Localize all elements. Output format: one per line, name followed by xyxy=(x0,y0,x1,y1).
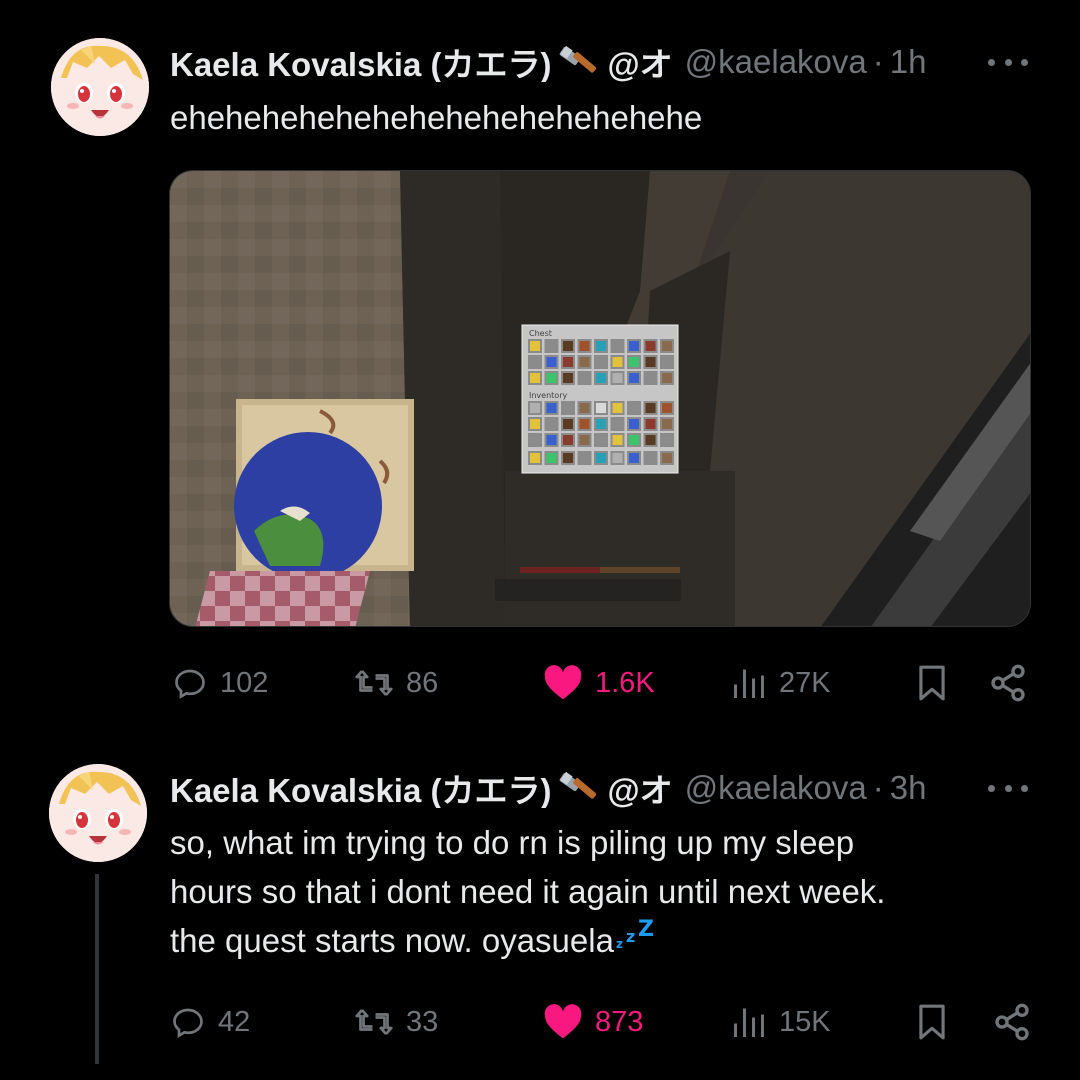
handle-prefix: @オ xyxy=(607,46,673,82)
share-button[interactable] xyxy=(988,658,1028,708)
like-count: 1.6K xyxy=(595,666,655,699)
minecraft-screenshot: Chest Inventory xyxy=(170,171,1030,626)
reply-button[interactable]: 42 xyxy=(170,997,250,1047)
handle-prefix: @オ xyxy=(607,772,673,808)
tweet-1[interactable]: Kaela Kovalskia (カエラ) @オ @kaelakova · 1h… xyxy=(0,0,1080,740)
separator-dot: · xyxy=(872,43,884,80)
chest-gui: Chest Inventory xyxy=(521,324,679,474)
tweet-text-line: the quest starts now. oyasuela z z Z xyxy=(170,916,1030,965)
retweet-count: 86 xyxy=(406,666,439,699)
inventory-label: Inventory xyxy=(529,391,567,400)
share-button[interactable] xyxy=(992,997,1032,1047)
like-count: 873 xyxy=(595,1005,644,1038)
avatar[interactable] xyxy=(51,38,149,136)
display-name[interactable]: Kaela Kovalskia (カエラ) xyxy=(170,768,551,808)
more-options-icon[interactable] xyxy=(988,42,1028,82)
timestamp[interactable]: 1h xyxy=(890,43,927,81)
tweet-text: so, what im trying to do rn is piling up… xyxy=(170,818,1030,965)
tweet-header: Kaela Kovalskia (カエラ) @オ @kaelakova · 3h xyxy=(170,768,970,808)
tweet-header: Kaela Kovalskia (カエラ) @オ @kaelakova · 1h xyxy=(170,42,970,82)
tweet-actions: 42 33 873 15K xyxy=(0,997,1080,1047)
handle[interactable]: @kaelakova xyxy=(685,43,867,81)
tweet-2[interactable]: Kaela Kovalskia (カエラ) @オ @kaelakova · 3h… xyxy=(0,740,1080,1080)
retweet-icon xyxy=(355,1009,393,1035)
view-count: 27K xyxy=(779,666,831,699)
views-chart-icon xyxy=(734,1008,764,1037)
views-chart-icon xyxy=(734,669,764,698)
hammer-icon xyxy=(557,42,601,82)
svg-text:z: z xyxy=(616,937,623,951)
chest-label: Chest xyxy=(529,329,552,338)
bookmark-icon xyxy=(919,665,945,701)
view-count: 15K xyxy=(779,1005,831,1038)
heart-filled-icon xyxy=(544,665,582,700)
separator-dot: · xyxy=(872,769,884,806)
reply-icon xyxy=(173,1008,203,1038)
tweet-text-line: so, what im trying to do rn is piling up… xyxy=(170,824,855,861)
handle[interactable]: @kaelakova xyxy=(685,769,867,807)
tweet-actions: 102 86 1.6K 27K xyxy=(0,658,1080,708)
reply-button[interactable]: 102 xyxy=(172,658,268,708)
tweet-text: ehehehehehehehehehehehehehehe xyxy=(170,99,703,136)
avatar-image xyxy=(51,38,149,136)
display-name[interactable]: Kaela Kovalskia (カエラ) xyxy=(170,42,551,82)
views-button[interactable]: 15K xyxy=(731,997,831,1047)
views-button[interactable]: 27K xyxy=(731,658,831,708)
retweet-button[interactable]: 86 xyxy=(354,658,438,708)
bookmark-icon xyxy=(919,1004,945,1040)
avatar-image xyxy=(49,764,147,862)
hammer-icon xyxy=(557,768,601,808)
svg-text:z: z xyxy=(626,927,635,946)
tweet-text-line: hours so that i dont need it again until… xyxy=(170,873,886,910)
retweet-button[interactable]: 33 xyxy=(354,997,438,1047)
timestamp[interactable]: 3h xyxy=(890,769,927,807)
svg-text:Z: Z xyxy=(638,918,654,942)
reply-icon xyxy=(175,669,205,699)
more-options-icon[interactable] xyxy=(988,768,1028,808)
avatar[interactable] xyxy=(49,764,147,862)
retweet-count: 33 xyxy=(406,1005,439,1038)
bookmark-button[interactable] xyxy=(915,658,949,708)
bookmark-button[interactable] xyxy=(915,997,949,1047)
like-button[interactable]: 1.6K xyxy=(543,658,655,708)
heart-filled-icon xyxy=(544,1004,582,1039)
share-icon xyxy=(991,664,1025,702)
like-button[interactable]: 873 xyxy=(543,997,643,1047)
retweet-icon xyxy=(355,670,393,696)
zzz-emoji-icon: zzZ xyxy=(616,918,654,951)
reply-count: 102 xyxy=(220,666,269,699)
reply-count: 42 xyxy=(218,1005,251,1038)
tweet-media-image[interactable]: Chest Inventory xyxy=(169,170,1031,627)
share-icon xyxy=(995,1003,1029,1041)
